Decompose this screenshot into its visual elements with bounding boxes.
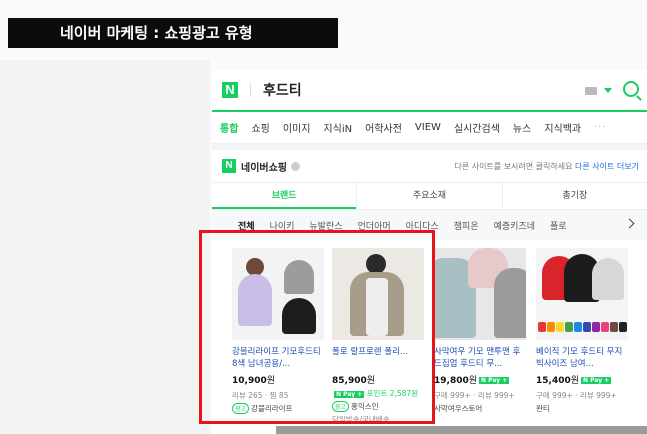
product-image[interactable] [434, 248, 526, 340]
shopping-header: N 네이버쇼핑 다른 사이트를 보시려면 클릭하세요 다른 사이트 더보기 [212, 150, 647, 182]
highlight-box [199, 230, 435, 424]
bottom-bar [276, 426, 647, 434]
product-card[interactable]: 베이직 기모 후드티 무지 빅사이즈 남여... 15,400원 N Pay + … [536, 248, 628, 414]
filter-segments: 브랜드 주요소재 총기장 [212, 182, 647, 210]
info-icon[interactable] [291, 161, 300, 171]
notice-text: 다른 사이트를 보시려면 클릭하세요 [454, 162, 573, 171]
product-meta: 구매 999+ · 리뷰 999+ [536, 391, 617, 400]
other-sites-notice: 다른 사이트를 보시려면 클릭하세요 다른 사이트 더보기 [454, 161, 639, 172]
background-band [0, 60, 210, 434]
segment-brand[interactable]: 브랜드 [212, 183, 357, 209]
slide-title: 네이버 마케팅 : 쇼핑광고 유형 [8, 18, 338, 48]
segment-length[interactable]: 총기장 [501, 183, 647, 209]
npay-badge: N Pay + [479, 377, 510, 384]
product-seller[interactable]: 사막여우스토어 [434, 403, 526, 414]
segment-material[interactable]: 주요소재 [356, 183, 501, 209]
npay-badge: N Pay + [581, 377, 612, 384]
shopping-title[interactable]: 네이버쇼핑 [241, 159, 287, 174]
chevron-right-icon[interactable] [624, 218, 635, 229]
product-price: 19,800원 N Pay + [434, 376, 510, 386]
product-card[interactable]: 사막여우 기모 맨투맨 후드집업 후드티 무... 19,800원 N Pay +… [434, 248, 526, 414]
caret-down-icon[interactable] [604, 88, 612, 93]
tab-encyclopedia[interactable]: 지식백과 [544, 120, 581, 135]
tab-integrated[interactable]: 통합 [220, 120, 238, 135]
brand-polo[interactable]: 폴로 [550, 219, 567, 232]
naver-shopping-logo: N [222, 159, 236, 173]
tab-news[interactable]: 뉴스 [513, 120, 531, 135]
search-icon[interactable] [623, 81, 639, 97]
search-bar[interactable]: N 후드티 [212, 70, 647, 112]
tab-dictionary[interactable]: 어학사전 [365, 120, 402, 135]
product-name[interactable]: 베이직 기모 후드티 무지 빅사이즈 남여... [536, 346, 628, 370]
product-seller[interactable]: 완티 [536, 403, 628, 414]
divider [250, 83, 251, 97]
product-name[interactable]: 사막여우 기모 맨투맨 후드집업 후드티 무... [434, 346, 526, 370]
keyboard-icon[interactable] [585, 87, 597, 95]
product-image[interactable] [536, 248, 628, 340]
naver-logo[interactable]: N [222, 82, 238, 98]
tab-kin[interactable]: 지식iN [323, 120, 352, 135]
tab-shopping[interactable]: 쇼핑 [251, 120, 269, 135]
brand-champion[interactable]: 챔피온 [454, 219, 479, 232]
product-price: 15,400원 N Pay + [536, 376, 612, 386]
product-meta: 구매 999+ · 리뷰 999+ [434, 391, 515, 400]
search-tabs: 통합 쇼핑 이미지 지식iN 어학사전 VIEW 실시간검색 뉴스 지식백과 ·… [212, 112, 647, 144]
search-query[interactable]: 후드티 [263, 80, 302, 100]
tab-view[interactable]: VIEW [415, 122, 441, 133]
brand-kids[interactable]: 예증키즈네 [494, 219, 535, 232]
more-sites-link[interactable]: 다른 사이트 더보기 [575, 162, 639, 171]
tab-images[interactable]: 이미지 [283, 120, 311, 135]
tab-realtime[interactable]: 실시간검색 [454, 120, 500, 135]
more-tabs-icon[interactable]: ··· [594, 122, 607, 133]
